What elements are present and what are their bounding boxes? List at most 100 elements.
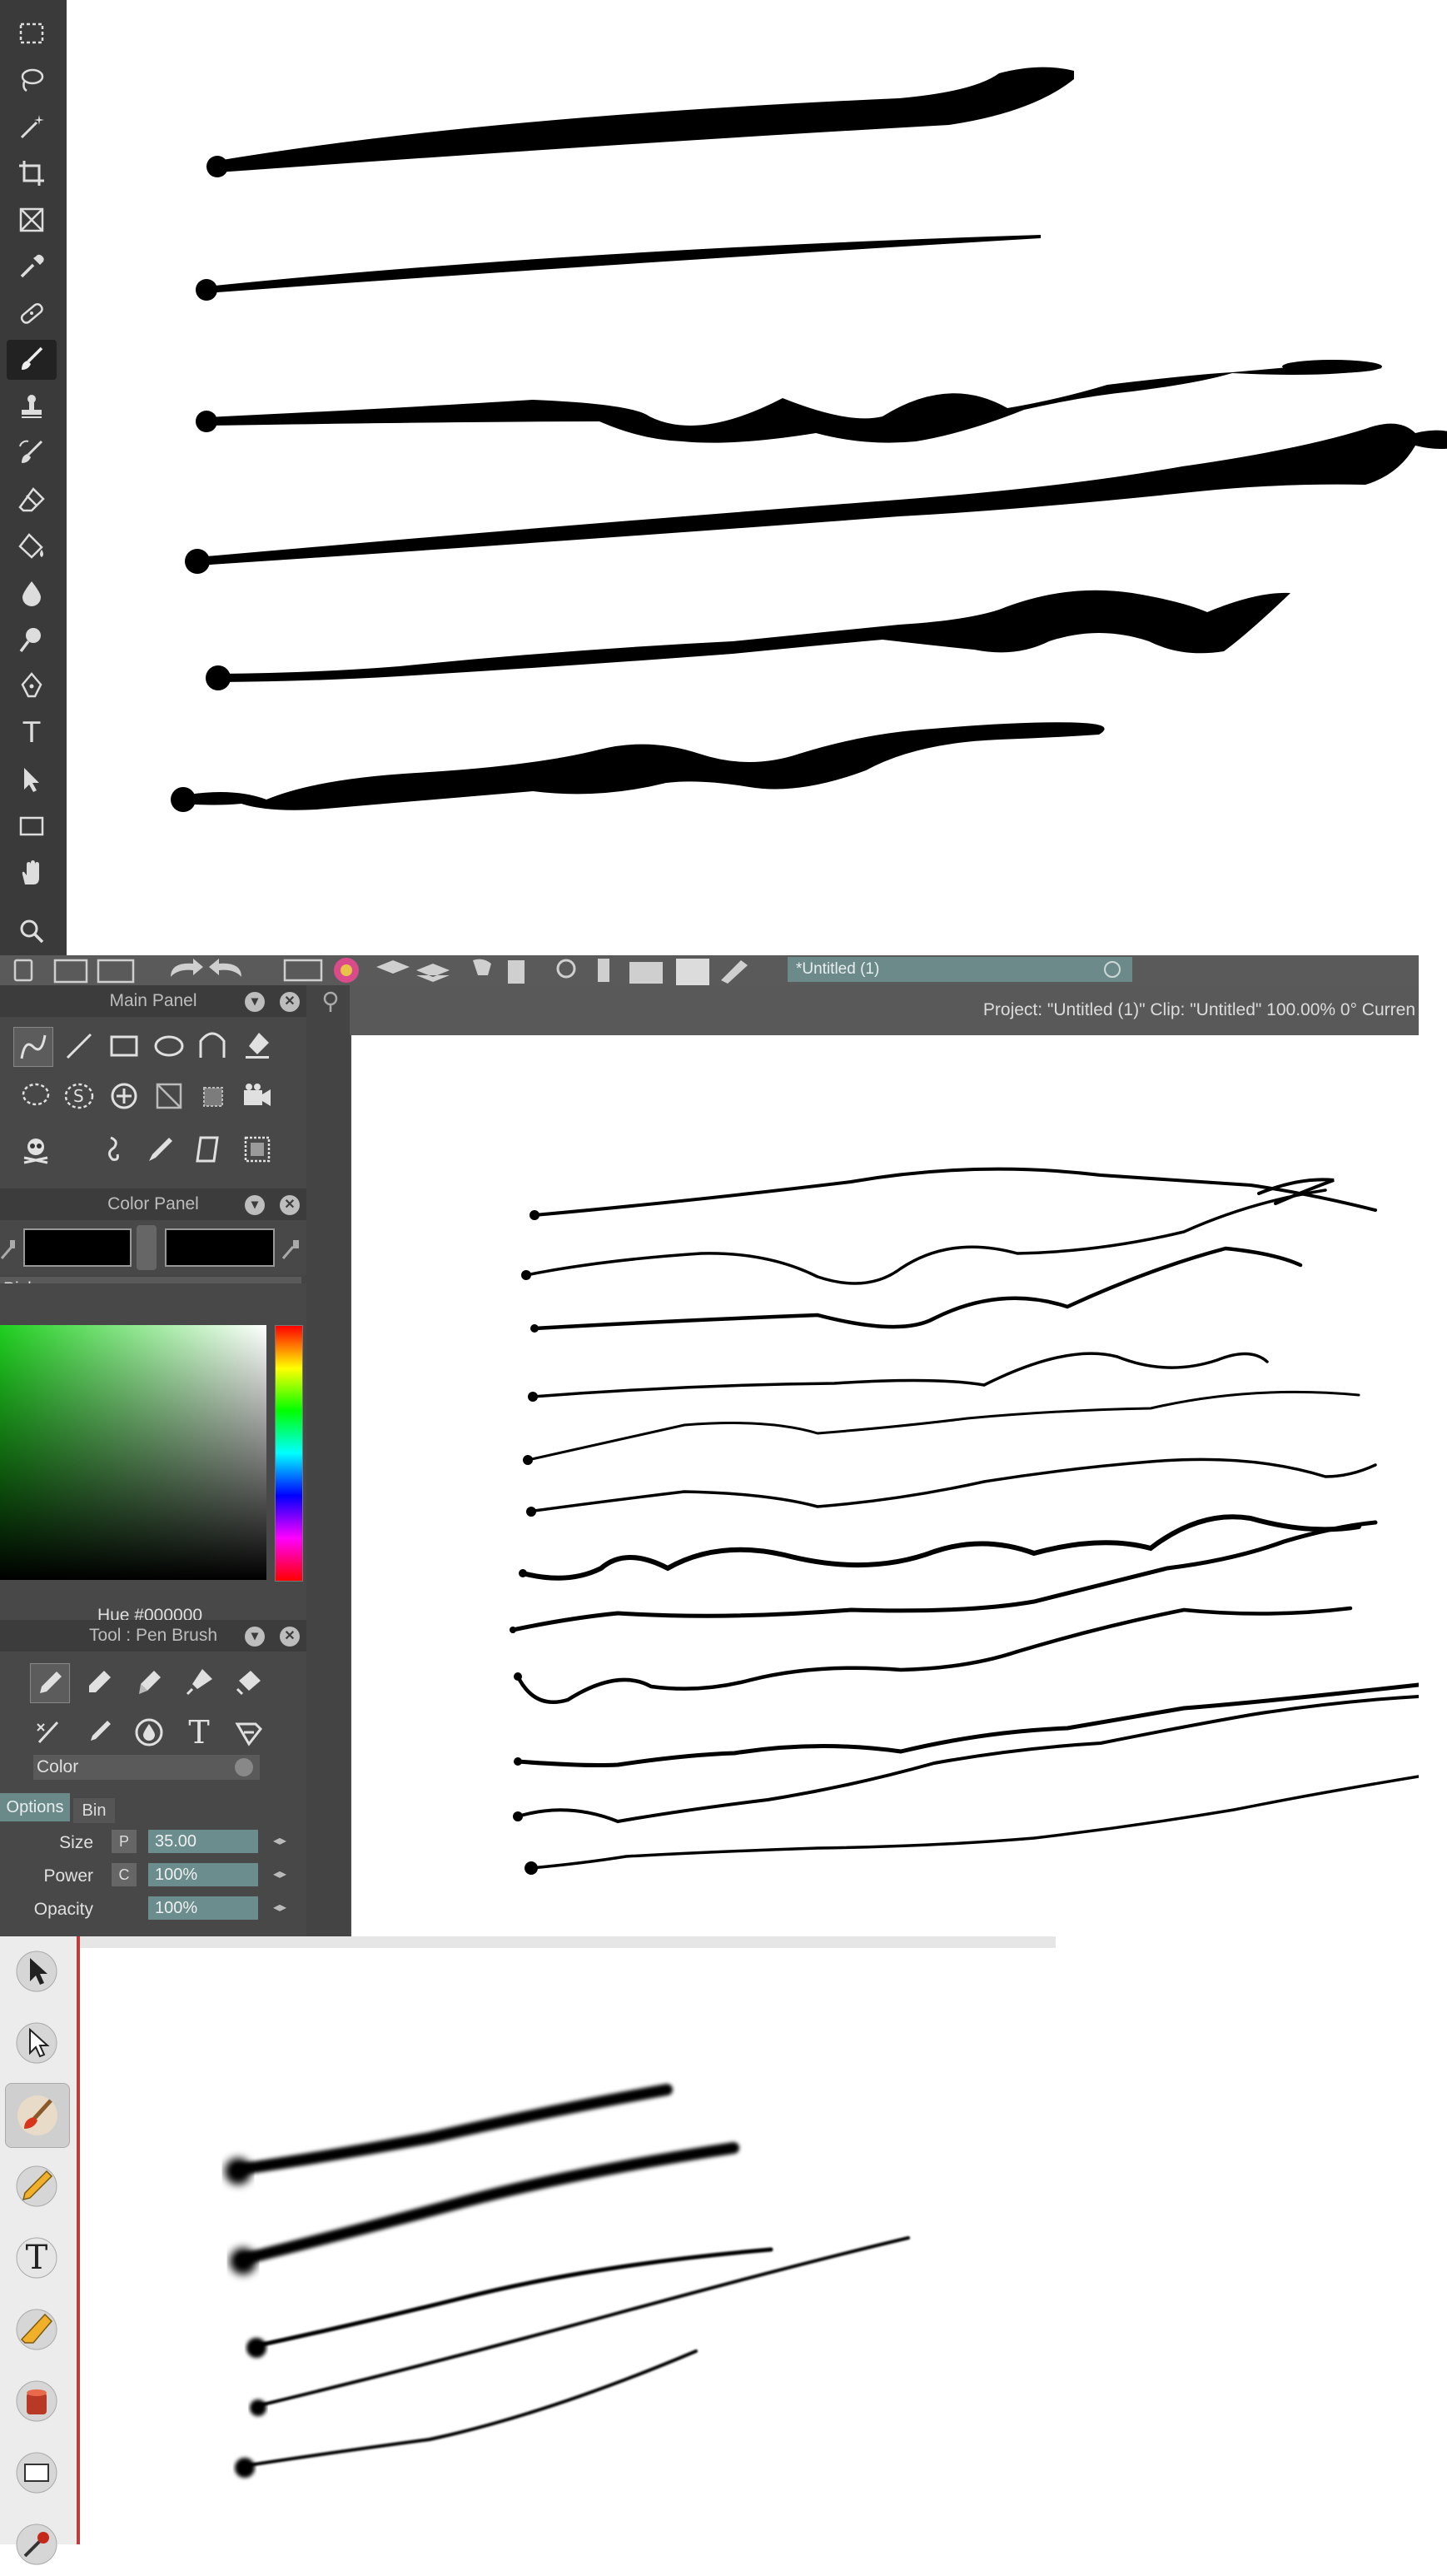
ruler-icon[interactable] xyxy=(283,959,323,982)
ink-brush-icon[interactable] xyxy=(180,1663,218,1702)
opacity-stepper[interactable]: ◂▸ xyxy=(273,1896,290,1920)
rectangle-tool-icon[interactable] xyxy=(105,1027,143,1065)
collapse-icon[interactable]: ▾ xyxy=(245,1627,265,1647)
pen-tool-icon[interactable] xyxy=(142,1130,180,1168)
rectangle-select-icon[interactable] xyxy=(7,13,57,53)
eraser-icon[interactable] xyxy=(7,480,57,520)
freehand-tool-icon[interactable] xyxy=(13,1027,53,1067)
library-icon[interactable] xyxy=(629,962,663,984)
pin-icon[interactable] xyxy=(311,985,350,1017)
zoom-icon[interactable] xyxy=(7,911,57,951)
text-icon[interactable]: T xyxy=(5,2226,68,2290)
navigator-icon[interactable] xyxy=(556,959,576,979)
undo-icon[interactable] xyxy=(171,959,203,977)
blur-icon[interactable] xyxy=(7,573,57,613)
crop-tool-icon[interactable] xyxy=(193,1077,231,1115)
power-stepper[interactable]: ◂▸ xyxy=(273,1863,290,1886)
ellipse-tool-icon[interactable] xyxy=(150,1027,188,1065)
close-icon[interactable]: ✕ xyxy=(280,1195,300,1215)
fill-brush-icon[interactable] xyxy=(230,1663,268,1702)
size-mode[interactable]: P xyxy=(112,1830,137,1853)
layers-icon[interactable] xyxy=(416,964,450,982)
save-icon[interactable] xyxy=(97,959,135,984)
collapse-icon[interactable]: ▾ xyxy=(245,992,265,1012)
shape-icon[interactable] xyxy=(5,2441,68,2504)
liquify-icon[interactable] xyxy=(92,1130,130,1168)
direct-select-icon[interactable] xyxy=(5,2011,68,2075)
lasso-select-icon[interactable] xyxy=(17,1077,55,1115)
magic-wand-icon[interactable] xyxy=(7,107,57,147)
new-file-icon[interactable] xyxy=(13,959,33,982)
crop-icon[interactable] xyxy=(7,153,57,193)
pen-brush-icon[interactable] xyxy=(30,1663,70,1703)
hue-slider[interactable] xyxy=(275,1325,303,1582)
tab-options[interactable]: Options xyxy=(0,1793,70,1821)
hand-icon[interactable] xyxy=(7,853,57,893)
transform-icon[interactable] xyxy=(150,1077,188,1115)
paint-bucket-icon[interactable] xyxy=(5,2369,68,2433)
arrow-select-icon[interactable] xyxy=(5,1940,68,2003)
water-drop-icon[interactable] xyxy=(130,1713,168,1751)
brush-tip-icon[interactable] xyxy=(130,1663,168,1702)
lasso-icon[interactable] xyxy=(7,60,57,100)
pencil-icon[interactable] xyxy=(5,2155,68,2218)
eyedropper-icon[interactable] xyxy=(5,2513,68,2576)
size-field[interactable]: 35.00 xyxy=(148,1830,258,1853)
camera-icon[interactable] xyxy=(238,1077,276,1115)
healing-brush-icon[interactable] xyxy=(7,293,57,333)
close-tab-icon[interactable] xyxy=(1104,961,1121,978)
opacity-field[interactable]: 100% xyxy=(148,1896,258,1920)
paper-icon[interactable] xyxy=(190,1130,228,1168)
eraser-tool-icon[interactable] xyxy=(238,1027,276,1065)
stamp-icon[interactable] xyxy=(7,386,57,426)
eyedropper-icon[interactable] xyxy=(0,1237,17,1260)
eraser-icon[interactable] xyxy=(5,2298,68,2361)
color-dropdown[interactable]: Color xyxy=(33,1755,260,1780)
history-brush-icon[interactable] xyxy=(7,433,57,473)
paint-brush-icon[interactable] xyxy=(5,2083,70,2148)
text-tool-icon[interactable]: T xyxy=(180,1713,218,1751)
sub-view-icon[interactable] xyxy=(676,959,709,985)
layer-property-icon[interactable] xyxy=(376,960,410,974)
saturation-value-square[interactable] xyxy=(0,1325,266,1580)
type-icon[interactable]: T xyxy=(7,713,57,753)
size-stepper[interactable]: ◂▸ xyxy=(273,1830,290,1853)
path-select-icon[interactable] xyxy=(7,760,57,800)
add-selection-icon[interactable] xyxy=(105,1077,143,1115)
eyedropper-icon[interactable] xyxy=(7,247,57,286)
dodge-icon[interactable] xyxy=(7,620,57,660)
close-icon[interactable]: ✕ xyxy=(280,1627,300,1647)
pen-icon[interactable] xyxy=(7,666,57,706)
tab-bin[interactable]: Bin xyxy=(73,1798,115,1823)
secondary-color-swatch[interactable] xyxy=(165,1228,275,1267)
light-bulb-icon[interactable] xyxy=(473,959,491,975)
blend-tool-icon[interactable] xyxy=(30,1713,68,1751)
open-folder-icon[interactable] xyxy=(53,959,88,984)
power-mode[interactable]: C xyxy=(112,1863,137,1886)
phone-icon[interactable] xyxy=(508,960,525,984)
eyedropper-icon[interactable] xyxy=(280,1237,303,1260)
airbrush-icon[interactable] xyxy=(80,1713,118,1751)
tab-bin-label: Bin xyxy=(82,1801,107,1820)
marker-icon[interactable] xyxy=(80,1663,118,1702)
decoration-icon[interactable] xyxy=(230,1713,268,1751)
document-tab[interactable]: *Untitled (1) xyxy=(788,957,1132,982)
primary-color-swatch[interactable] xyxy=(23,1228,132,1267)
material-icon[interactable] xyxy=(598,959,609,982)
skull-icon[interactable] xyxy=(17,1130,55,1168)
power-field[interactable]: 100% xyxy=(148,1863,258,1886)
line-tool-icon[interactable] xyxy=(60,1027,98,1065)
curve-tool-icon[interactable] xyxy=(193,1027,231,1065)
frame-tool-icon[interactable] xyxy=(238,1130,276,1168)
frame-icon[interactable] xyxy=(7,200,57,240)
redo-icon[interactable] xyxy=(209,959,241,977)
collapse-icon[interactable]: ▾ xyxy=(245,1195,265,1215)
brush-icon[interactable] xyxy=(7,340,57,380)
pen-pressure-icon[interactable] xyxy=(721,960,748,984)
chevron-down-icon[interactable] xyxy=(235,1758,253,1776)
rectangle-shape-icon[interactable] xyxy=(7,806,57,846)
swap-colors-icon[interactable] xyxy=(137,1225,157,1270)
close-icon[interactable]: ✕ xyxy=(280,992,300,1012)
paint-bucket-icon[interactable] xyxy=(7,526,57,566)
select-s-icon[interactable]: S xyxy=(60,1077,98,1115)
